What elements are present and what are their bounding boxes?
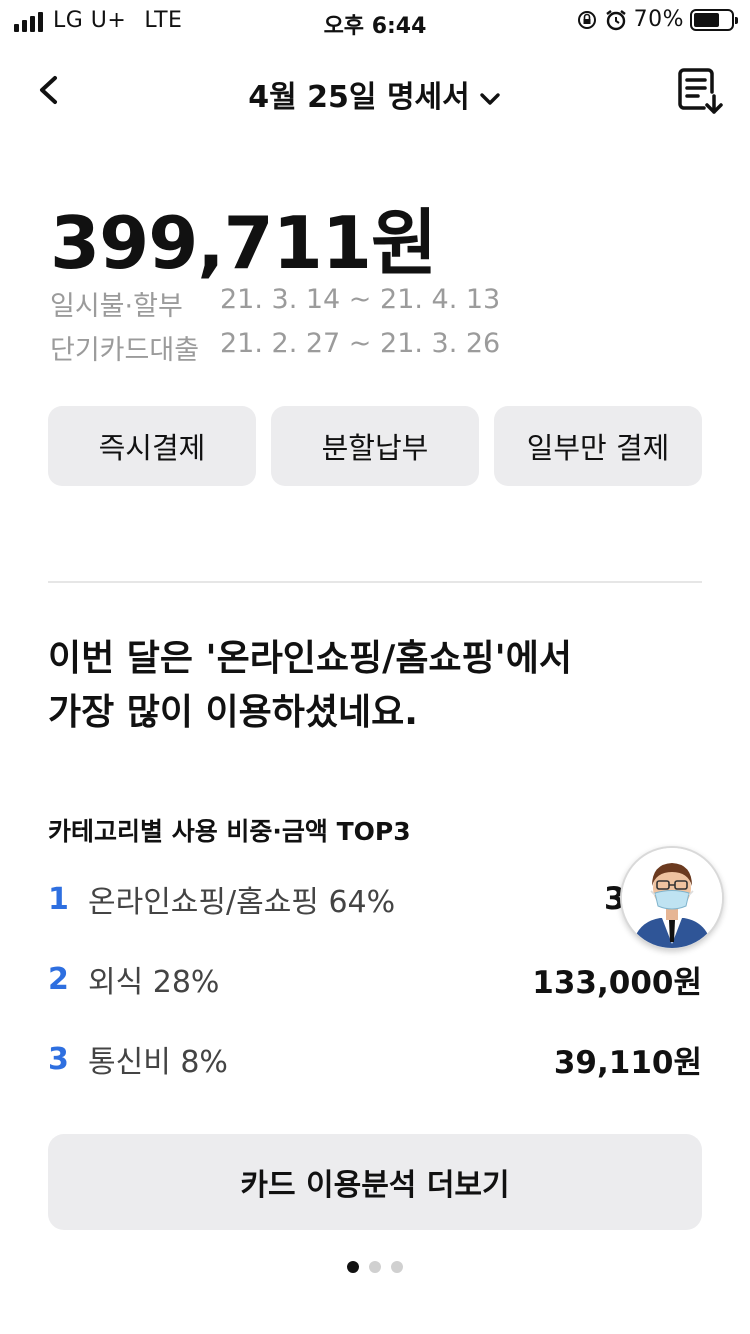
battery-fill <box>694 12 720 27</box>
page-title: 4월 25일 명세서 <box>248 80 470 115</box>
usage-headline: 이번 달은 '온라인쇼핑/홈쇼핑'에서 가장 많이 이용하셨네요. <box>48 632 572 740</box>
avatar-illustration <box>622 848 722 948</box>
period-label: 일시불·할부 <box>50 291 183 322</box>
total-amount: 399,711원 <box>50 201 437 285</box>
screen: LG U+ LTE 오후 6:44 70% 4월 25일 명세서 399,711… <box>0 0 750 1334</box>
battery-icon <box>690 8 738 31</box>
instant-payment-button[interactable]: 즉시결제 <box>48 406 256 486</box>
period-row: 일시불·할부 21. 3. 14 ~ 21. 4. 13 <box>50 284 500 323</box>
partial-payment-button[interactable]: 일부만 결제 <box>494 406 702 486</box>
statement-selector[interactable]: 4월 25일 명세서 <box>0 72 750 116</box>
period-range: 21. 3. 14 ~ 21. 4. 13 <box>220 284 501 315</box>
category-row[interactable]: 3 통신비 8% 39,110원 <box>48 1034 702 1084</box>
page-dot[interactable] <box>369 1261 381 1273</box>
headline-line-2: 가장 많이 이용하셨네요. <box>48 692 418 733</box>
installment-payment-button[interactable]: 분할납부 <box>271 406 479 486</box>
download-statement-button[interactable] <box>674 64 726 116</box>
category-name: 외식 28% <box>88 965 220 1000</box>
category-row[interactable]: 2 외식 28% 133,000원 <box>48 954 702 1004</box>
status-right: 70% <box>576 7 738 32</box>
card-usage-analysis-button[interactable]: 카드 이용분석 더보기 <box>48 1134 702 1230</box>
document-download-icon <box>678 68 723 114</box>
battery-percent: 70% <box>633 7 684 32</box>
action-buttons: 즉시결제 분할납부 일부만 결제 <box>48 406 702 486</box>
page-dot-active[interactable] <box>347 1261 359 1273</box>
category-rank: 3 <box>48 1041 69 1077</box>
page-dot[interactable] <box>391 1261 403 1273</box>
alarm-icon <box>605 9 626 30</box>
category-amount: 133,000원 <box>532 964 702 1001</box>
category-amount: 39,110원 <box>553 1044 702 1081</box>
divider <box>48 581 702 583</box>
pagination-dots <box>0 1261 750 1273</box>
orientation-lock-icon <box>577 10 596 29</box>
period-range: 21. 2. 27 ~ 21. 3. 26 <box>220 328 501 359</box>
chevron-down-icon <box>480 92 500 105</box>
nav-bar: 4월 25일 명세서 <box>0 60 750 124</box>
category-row[interactable]: 1 온라인쇼핑/홈쇼핑 64% 306,9 <box>48 874 702 924</box>
status-bar: LG U+ LTE 오후 6:44 70% <box>0 0 750 40</box>
category-name: 온라인쇼핑/홈쇼핑 64% <box>88 885 396 920</box>
floating-avatar-button[interactable] <box>620 846 724 950</box>
category-section-title: 카테고리별 사용 비중·금액 TOP3 <box>48 817 411 846</box>
period-label: 단기카드대출 <box>50 335 200 366</box>
headline-line-1: 이번 달은 '온라인쇼핑/홈쇼핑'에서 <box>48 638 572 679</box>
category-rank: 1 <box>48 881 69 917</box>
period-row: 단기카드대출 21. 2. 27 ~ 21. 3. 26 <box>50 328 500 367</box>
category-name: 통신비 8% <box>88 1045 228 1080</box>
category-rank: 2 <box>48 961 69 997</box>
